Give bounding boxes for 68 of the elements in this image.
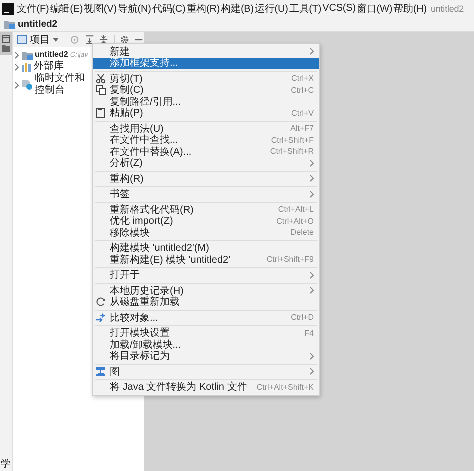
menu-item[interactable]: 重新格式化代码(R) Ctrl+Alt+L <box>93 204 319 216</box>
clipboard-icon <box>96 108 105 118</box>
panel-icon <box>2 35 10 43</box>
menu-item[interactable]: 书签 <box>93 188 319 200</box>
project-tool-tab[interactable] <box>0 32 12 55</box>
library-icon <box>22 62 32 72</box>
chevron-right-icon[interactable] <box>14 82 20 88</box>
menu-item[interactable]: 将目录标记为 <box>93 350 319 362</box>
caret-icon <box>53 38 59 42</box>
tree-item[interactable]: 外部库 <box>13 61 90 73</box>
scissors-icon <box>96 74 106 84</box>
menu-item[interactable]: 在文件中查找... Ctrl+Shift+F <box>93 134 319 146</box>
tree-item-label: 临时文件和控制台 <box>35 73 86 97</box>
menu-item[interactable]: 图 <box>93 366 319 378</box>
copy-icon <box>96 85 106 96</box>
menu-item[interactable]: 从磁盘重新加载 <box>93 296 319 308</box>
window-title: untitled2 <box>430 4 464 14</box>
menu-item[interactable]: 导航(N) <box>118 2 152 16</box>
chevron-right-icon[interactable] <box>14 64 20 70</box>
menu-item[interactable]: 分析(Z) <box>93 158 319 169</box>
reload-icon <box>96 297 106 308</box>
app-logo-icon[interactable] <box>2 2 14 14</box>
menu-item[interactable]: 重构(R) <box>186 2 220 16</box>
menu-item[interactable]: 将 Java 文件转换为 Kotlin 文件 Ctrl+Alt+Shift+K <box>93 382 319 393</box>
menu-item[interactable]: 构建(B) <box>221 2 254 16</box>
menu-item[interactable]: 查找用法(U) Alt+F7 <box>93 123 319 134</box>
settings-icon[interactable] <box>120 34 130 44</box>
tree-item-label: untitled2 <box>35 49 68 60</box>
tool-tab-label[interactable]: 学 <box>1 459 11 471</box>
menu-item[interactable]: 粘贴(P) Ctrl+V <box>93 108 319 119</box>
panel-icon <box>17 35 27 44</box>
compare-icon <box>96 312 106 323</box>
folder-icon <box>4 20 15 28</box>
menu-item[interactable]: 帮助(H) <box>394 2 427 16</box>
menu-item[interactable]: 打开于 <box>93 270 319 281</box>
folder-icon <box>2 45 10 52</box>
menu-item[interactable]: VCS(S) <box>322 3 356 14</box>
menu-item[interactable]: 比较对象... Ctrl+D <box>93 312 319 324</box>
menu-item[interactable]: 本地历史记录(H) <box>93 285 319 296</box>
menu-item[interactable]: 剪切(T) Ctrl+X <box>93 73 319 84</box>
menu-item[interactable]: 编辑(E) <box>50 2 84 16</box>
menu-item[interactable]: 移除模块 Delete <box>93 227 319 238</box>
project-name[interactable]: untitled2 <box>18 18 58 30</box>
menu-item[interactable]: 窗口(W) <box>356 2 393 16</box>
expand-all-icon[interactable] <box>84 34 94 44</box>
menu-item[interactable]: 重构(R) <box>93 173 319 184</box>
chevron-right-icon[interactable] <box>14 52 20 58</box>
menu-item[interactable]: 工具(T) <box>289 2 322 16</box>
diagram-icon <box>96 366 106 377</box>
menu-item[interactable]: 打开模块设置 F4 <box>93 328 319 339</box>
scratch-file-icon <box>22 80 33 90</box>
menu-item[interactable]: 构建模块 'untitled2'(M) <box>93 242 319 254</box>
menu-item[interactable]: 加载/卸载模块... <box>93 339 319 350</box>
menu-item[interactable]: 添加框架支持... <box>93 58 319 69</box>
menu-item[interactable]: 重新构建(E) 模块 'untitled2' Ctrl+Shift+F9 <box>93 254 319 266</box>
menu-item[interactable]: 代码(C) <box>152 2 186 16</box>
tree-item[interactable]: 临时文件和控制台 <box>13 73 90 97</box>
menu-item[interactable]: 新建 <box>93 46 319 58</box>
menu-item[interactable]: 在文件中替换(A)... Ctrl+Shift+R <box>93 146 319 158</box>
menu-item[interactable]: 优化 import(Z) Ctrl+Alt+O <box>93 216 319 227</box>
menu-item[interactable]: 文件(F) <box>17 2 50 16</box>
tree-item-label: 外部库 <box>34 61 64 72</box>
menu-item[interactable]: 视图(V) <box>84 2 117 16</box>
menu-item[interactable]: 复制(C) Ctrl+C <box>93 84 319 96</box>
collapse-all-icon[interactable] <box>99 34 109 44</box>
menu-item[interactable]: 运行(U) <box>254 2 288 16</box>
menu-item[interactable]: 复制路径/引用... <box>93 96 319 108</box>
folder-icon <box>22 50 33 60</box>
